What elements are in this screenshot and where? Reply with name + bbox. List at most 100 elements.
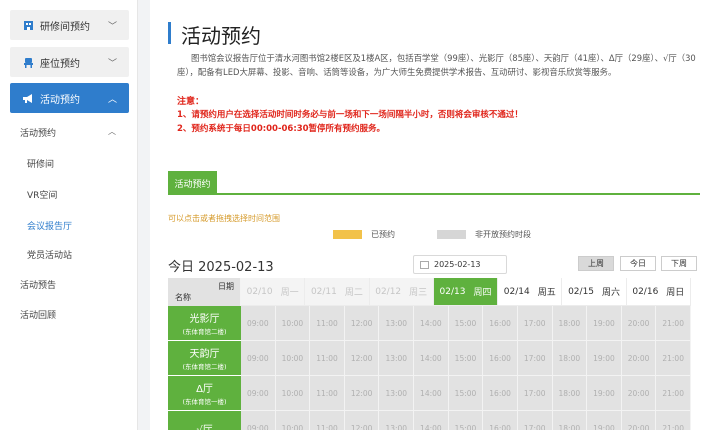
time-slot[interactable]: 10:00 [275,341,311,376]
time-slot[interactable]: 16:00 [483,376,518,411]
tab-activity-booking[interactable]: 活动预约 [168,171,217,195]
calendar-icon [420,260,429,269]
time-slot[interactable]: 13:00 [379,376,415,411]
legend-booked-label: 已预约 [371,230,395,239]
chevron-down-icon: ﹀ [107,59,117,69]
day-header-weekday: 周四 [473,288,492,298]
chevron-up-icon: ︿ [108,127,116,136]
time-slot[interactable]: 13:00 [379,306,415,341]
time-slot[interactable]: 20:00 [621,341,657,376]
corner-name-label: 名称 [175,293,191,302]
sidebar-item-preview[interactable]: 活动预告 [0,270,138,298]
sidebar-item-label: 研修间预约 [40,21,90,33]
time-slot[interactable]: 16:00 [483,411,518,430]
room-label: Δ厅 (东体育馆一楼) [168,376,241,411]
day-header[interactable]: 02/12 周三 [369,278,434,306]
time-slot[interactable]: 15:00 [448,341,484,376]
room-name: 光影厅 [189,314,220,325]
legend-booked-swatch [333,230,362,239]
time-slot[interactable]: 18:00 [552,376,588,411]
time-slot[interactable]: 11:00 [310,306,345,341]
time-slot[interactable]: 17:00 [517,341,553,376]
day-header-weekday: 周三 [409,288,428,298]
time-slot[interactable]: 18:00 [552,306,588,341]
time-slot[interactable]: 14:00 [414,306,449,341]
time-slot[interactable]: 19:00 [587,306,622,341]
day-header[interactable]: 02/16 周日 [626,278,691,306]
time-slot[interactable]: 11:00 [310,376,345,411]
time-slot[interactable]: 17:00 [517,411,553,430]
time-slot[interactable]: 17:00 [517,306,553,341]
sidebar-item-label: 会议报告厅 [27,221,73,232]
time-slot[interactable]: 20:00 [621,306,657,341]
sidebar: 研修间预约 ﹀ 座位预约 ﹀ 活动预约 ︿ 活动预约 ︿ 研修间 VR空间 会议… [0,0,138,430]
booking-grid: 日期 名称 02/10 周一 02/11 周二 02/12 周三 02/13 周四 02/14 周… [168,278,691,430]
grid-corner: 日期 名称 [168,278,241,306]
time-slot[interactable]: 19:00 [587,376,622,411]
day-header[interactable]: 02/14 周五 [498,278,563,306]
time-slot[interactable]: 12:00 [344,411,380,430]
sidebar-group-activity[interactable]: 活动预约 ︿ [0,118,138,146]
time-slot[interactable]: 10:00 [275,376,311,411]
next-week-button[interactable]: 下周 [661,256,697,271]
today-button[interactable]: 今日 [620,256,656,271]
time-slot[interactable]: 14:00 [414,376,449,411]
day-header-date: 02/12 [375,286,402,297]
time-slot[interactable]: 09:00 [241,341,276,376]
time-slot[interactable]: 09:00 [241,306,276,341]
time-slot[interactable]: 16:00 [483,306,518,341]
time-slot[interactable]: 13:00 [379,411,415,430]
sidebar-item-study-room[interactable]: 研修间预约 ﹀ [10,10,129,40]
time-slot[interactable]: 21:00 [656,376,691,411]
sidebar-item-review[interactable]: 活动回顾 [0,300,138,328]
time-slot[interactable]: 15:00 [448,411,484,430]
chair-icon [22,56,34,68]
sidebar-item-label: VR空间 [27,190,58,201]
notes-label: 注意： [177,97,205,107]
time-slot[interactable]: 19:00 [587,411,622,430]
time-slot[interactable]: 14:00 [414,341,449,376]
date-picker-input[interactable]: 2025-02-13 [413,255,507,274]
time-slot[interactable]: 20:00 [621,411,657,430]
sidebar-item-vr[interactable]: VR空间 [0,180,138,208]
time-slot[interactable]: 14:00 [414,411,449,430]
time-slot[interactable]: 17:00 [517,376,553,411]
day-header[interactable]: 02/15 周六 [562,278,627,306]
time-slot[interactable]: 09:00 [241,376,276,411]
legend-closed-label: 非开放预约时段 [475,230,531,239]
time-slot[interactable]: 18:00 [552,411,588,430]
time-slot[interactable]: 12:00 [344,341,380,376]
time-slot[interactable]: 11:00 [310,341,345,376]
time-slot[interactable]: 11:00 [310,411,345,430]
time-slot[interactable]: 10:00 [275,411,311,430]
page-description: 图书馆会议报告厅位于清水河图书馆2楼E区及1楼A区，包括百学堂（99座）、光影厅… [177,53,696,77]
time-slot[interactable]: 16:00 [483,341,518,376]
time-slot[interactable]: 18:00 [552,341,588,376]
sidebar-item-seat[interactable]: 座位预约 ﹀ [10,47,129,77]
time-slot[interactable]: 10:00 [275,306,311,341]
time-slot[interactable]: 20:00 [621,376,657,411]
time-slot[interactable]: 09:00 [241,411,276,430]
time-slot[interactable]: 21:00 [656,341,691,376]
sidebar-item-party-station[interactable]: 党员活动站 [0,240,138,268]
time-slot[interactable]: 12:00 [344,376,380,411]
day-header[interactable]: 02/13 周四 [433,278,499,306]
day-header[interactable]: 02/11 周二 [305,278,370,306]
time-slot[interactable]: 15:00 [448,376,484,411]
day-header-weekday: 周五 [537,288,556,298]
time-slot[interactable]: 15:00 [448,306,484,341]
sidebar-item-activity[interactable]: 活动预约 ︿ [10,83,129,113]
time-slot[interactable]: 21:00 [656,411,691,430]
sidebar-item-study[interactable]: 研修间 [0,149,138,177]
time-slot[interactable]: 12:00 [344,306,380,341]
sidebar-item-lecture-hall[interactable]: 会议报告厅 [0,211,138,239]
prev-week-button[interactable]: 上周 [578,256,614,271]
main-content: 活动预约 图书馆会议报告厅位于清水河图书馆2楼E区及1楼A区，包括百学堂（99座… [150,0,720,430]
room-label: √厅 [168,411,241,430]
time-slot[interactable]: 13:00 [379,341,415,376]
corner-date-label: 日期 [218,282,234,291]
room-name: √厅 [196,424,213,430]
time-slot[interactable]: 19:00 [587,341,622,376]
day-header[interactable]: 02/10 周一 [241,278,306,306]
time-slot[interactable]: 21:00 [656,306,691,341]
